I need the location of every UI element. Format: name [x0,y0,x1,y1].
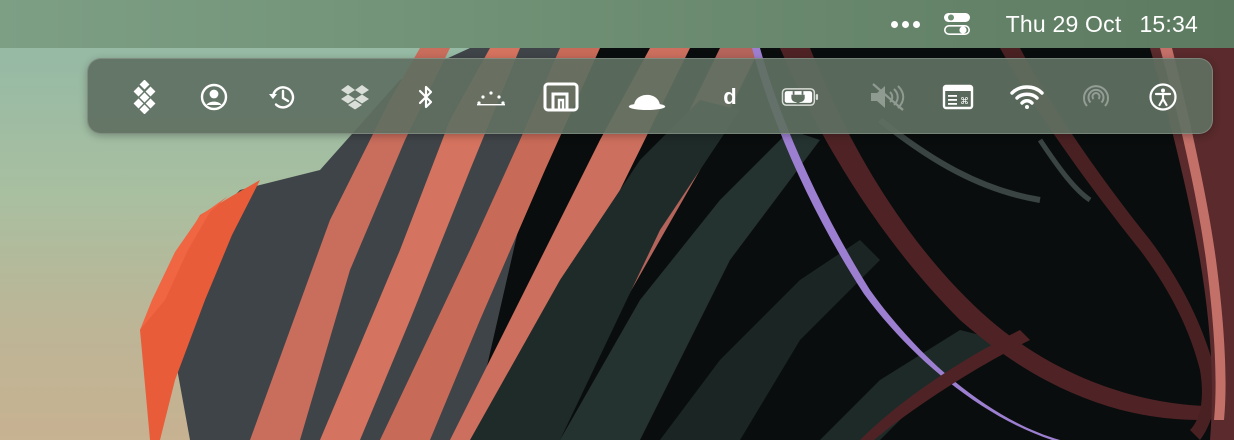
more-dots-icon[interactable] [890,0,920,48]
dropbox-icon[interactable] [335,77,375,117]
control-center-icon[interactable] [942,0,972,48]
accessibility-icon[interactable] [1143,77,1183,117]
time-machine-icon[interactable] [262,77,302,117]
airdrop-icon[interactable] [1076,77,1116,117]
volume-muted-icon[interactable] [867,77,907,117]
user-account-icon[interactable] [194,77,234,117]
window-arrange-icon[interactable] [541,77,581,117]
diamond-grid-icon[interactable] [125,77,165,117]
bluetooth-icon[interactable] [406,77,446,117]
dotted-arc-icon[interactable] [471,77,511,117]
wifi-icon[interactable] [1007,77,1047,117]
menubar-time[interactable]: 15:34 [1139,0,1198,48]
battery-charging-icon[interactable] [781,77,821,117]
d-letter-icon[interactable]: d [710,77,750,117]
bowler-hat-icon[interactable] [627,77,667,117]
menu-bar: Thu 29 Oct 15:34 [0,0,1234,48]
menu-bar-overflow-tray: d ⌘ [87,58,1213,134]
menubar-date[interactable]: Thu 29 Oct [1006,0,1122,48]
desktop: Thu 29 Oct 15:34 d ⌘ [0,0,1234,440]
svg-text:⌘: ⌘ [960,97,969,107]
keyboard-shortcut-icon[interactable]: ⌘ [938,77,978,117]
